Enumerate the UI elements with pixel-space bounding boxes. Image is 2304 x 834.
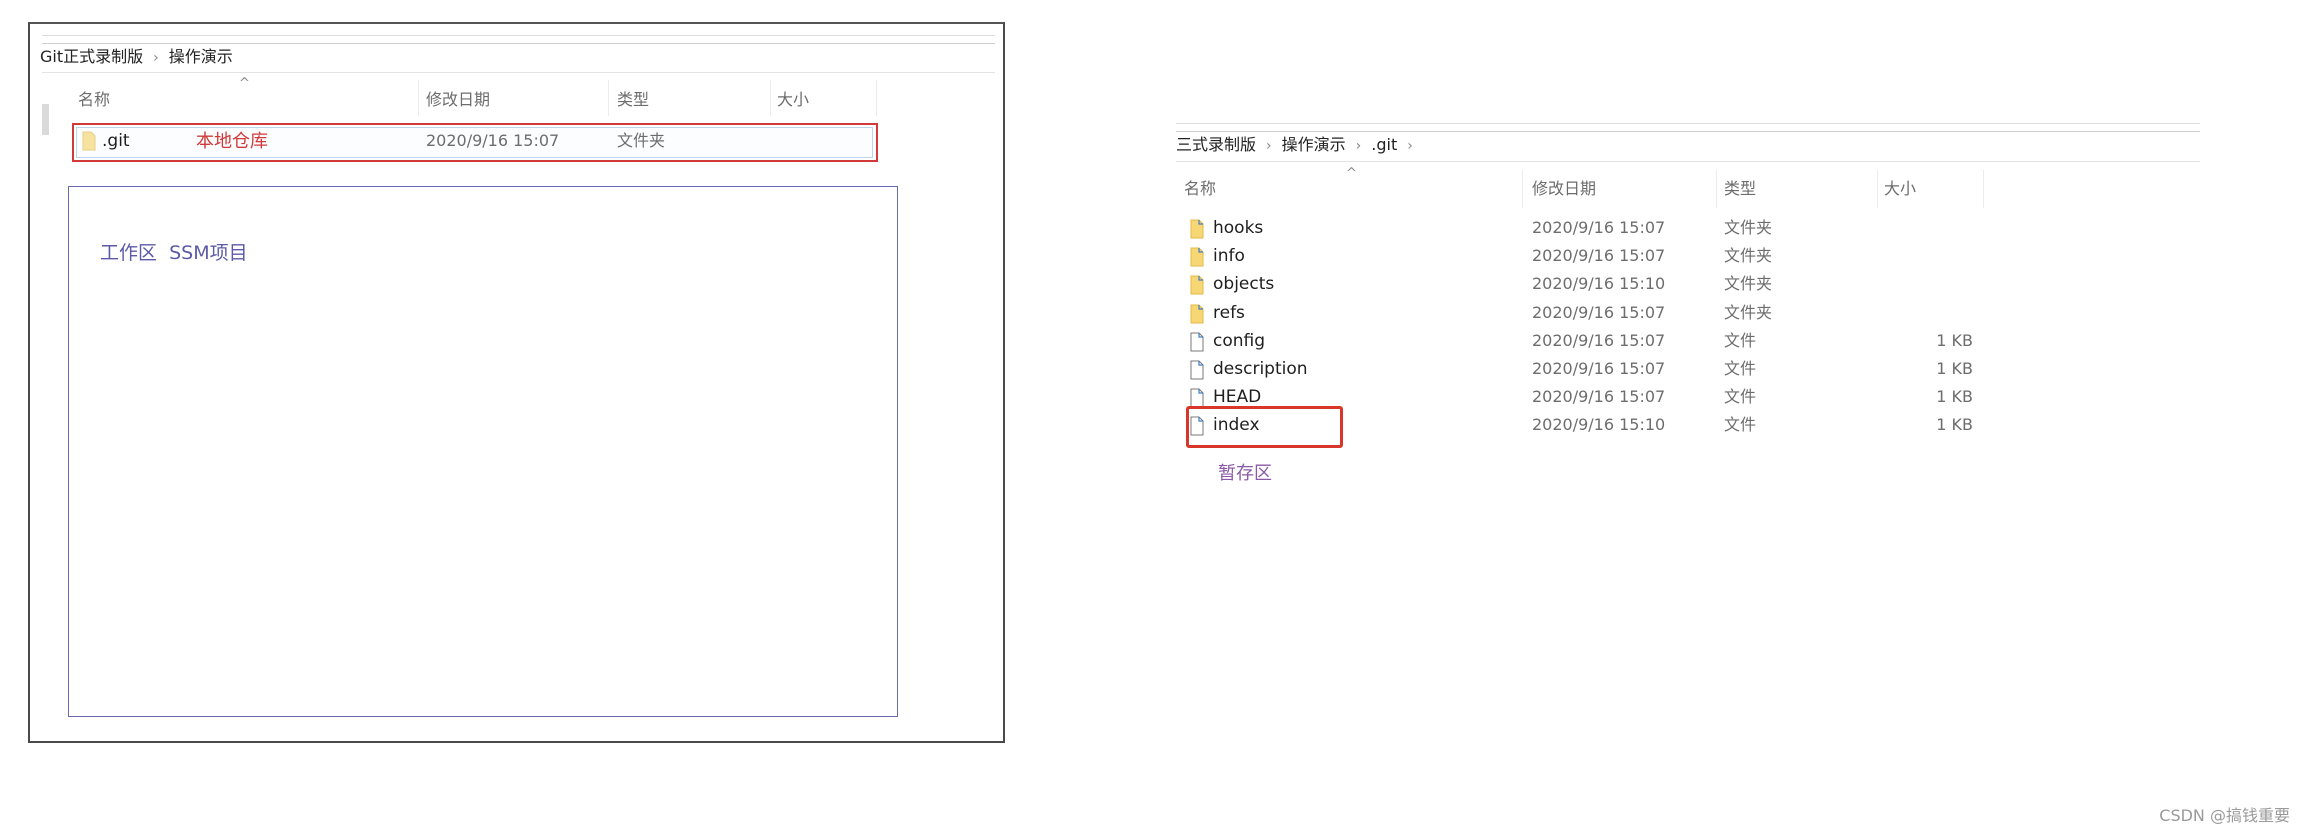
column-divider[interactable] (1716, 170, 1717, 208)
file-type: 文件 (1724, 387, 1757, 406)
file-modified-date: 2020/9/16 15:07 (1532, 331, 1666, 350)
folder-icon (1190, 304, 1204, 324)
breadcrumb-item[interactable]: 操作演示 (1282, 135, 1346, 154)
folder-icon (1190, 219, 1204, 239)
watermark: CSDN @搞钱重要 (2159, 806, 2290, 825)
column-header-size[interactable]: 大小 (1884, 179, 1916, 199)
file-type: 文件 (1724, 359, 1757, 378)
file-type: 文件夹 (1724, 246, 1773, 265)
breadcrumb-chevron-icon[interactable]: › (143, 50, 169, 66)
folder-icon (1190, 275, 1204, 295)
sort-ascending-icon: ^ (1346, 166, 1357, 181)
file-icon (1190, 388, 1204, 408)
file-modified-date: 2020/9/16 15:07 (1532, 218, 1666, 237)
file-size: 1 KB (1936, 415, 1973, 434)
column-divider[interactable] (1522, 170, 1523, 208)
file-modified-date: 2020/9/16 15:07 (1532, 303, 1666, 322)
workspace-annotation: 工作区 SSM项目 (100, 242, 248, 264)
file-type: 文件 (1724, 415, 1757, 434)
file-modified-date: 2020/9/16 15:07 (1532, 359, 1666, 378)
column-divider[interactable] (770, 80, 771, 116)
address-bar-divider (42, 72, 995, 73)
breadcrumb-chevron-icon[interactable]: › (1346, 138, 1372, 154)
file-modified-date: 2020/9/16 15:07 (1532, 387, 1666, 406)
column-header-type[interactable]: 类型 (1724, 179, 1756, 199)
breadcrumb: Git正式录制版 › 操作演示 (40, 47, 233, 68)
file-type: 文件夹 (1724, 274, 1773, 293)
column-header-name[interactable]: 名称 (1184, 179, 1216, 199)
breadcrumb-chevron-icon[interactable]: › (1256, 138, 1282, 154)
folder-icon (1190, 247, 1204, 267)
file-size: 1 KB (1936, 387, 1973, 406)
workspace-highlight-box (68, 186, 898, 717)
file-type: 文件夹 (1724, 218, 1773, 237)
breadcrumb-item[interactable]: 操作演示 (169, 47, 233, 66)
breadcrumb-item[interactable]: Git正式录制版 (40, 47, 143, 66)
column-header-modified[interactable]: 修改日期 (1532, 179, 1596, 199)
column-divider[interactable] (1983, 170, 1984, 208)
file-type: 文件夹 (1724, 303, 1773, 322)
file-modified-date: 2020/9/16 15:07 (1532, 246, 1666, 265)
file-name[interactable]: info (1213, 246, 1245, 266)
breadcrumb-item[interactable]: .git (1371, 135, 1397, 154)
file-type: 文件夹 (617, 131, 666, 150)
column-divider[interactable] (608, 80, 609, 116)
breadcrumb-item[interactable]: 三式录制版 (1176, 135, 1256, 154)
breadcrumb-chevron-icon[interactable]: › (1397, 138, 1423, 154)
file-type: 文件 (1724, 331, 1757, 350)
file-modified-date: 2020/9/16 15:07 (426, 131, 560, 150)
file-name[interactable]: .git (102, 131, 130, 151)
column-header-size[interactable]: 大小 (777, 90, 809, 110)
column-divider[interactable] (418, 80, 419, 116)
toolbar-divider (1176, 123, 2200, 124)
file-modified-date: 2020/9/16 15:10 (1532, 274, 1666, 293)
file-name[interactable]: refs (1213, 303, 1245, 323)
toolbar-divider (42, 35, 995, 36)
file-name[interactable]: config (1213, 331, 1265, 351)
column-header-modified[interactable]: 修改日期 (426, 90, 490, 110)
address-bar-divider (1176, 161, 2200, 162)
file-size: 1 KB (1936, 359, 1973, 378)
scrollbar-thumb[interactable] (42, 104, 49, 135)
file-name[interactable]: HEAD (1213, 387, 1261, 407)
column-header-name[interactable]: 名称 (78, 90, 110, 110)
file-name[interactable]: objects (1213, 274, 1274, 294)
column-header-type[interactable]: 类型 (617, 90, 649, 110)
toolbar-divider (42, 43, 995, 44)
column-divider[interactable] (876, 80, 877, 116)
file-size: 1 KB (1936, 331, 1973, 350)
local-repo-annotation: 本地仓库 (196, 131, 268, 152)
folder-icon (82, 131, 96, 151)
file-name[interactable]: description (1213, 359, 1308, 379)
staging-area-annotation: 暂存区 (1218, 463, 1272, 484)
file-icon (1190, 360, 1204, 380)
toolbar-divider (1176, 131, 2200, 132)
breadcrumb: 三式录制版 › 操作演示 › .git › (1176, 135, 1423, 156)
file-name[interactable]: hooks (1213, 218, 1263, 238)
sort-ascending-icon: ^ (239, 76, 250, 91)
file-modified-date: 2020/9/16 15:10 (1532, 415, 1666, 434)
column-divider[interactable] (1877, 170, 1878, 208)
file-icon (1190, 332, 1204, 352)
index-highlight-box (1186, 406, 1343, 448)
